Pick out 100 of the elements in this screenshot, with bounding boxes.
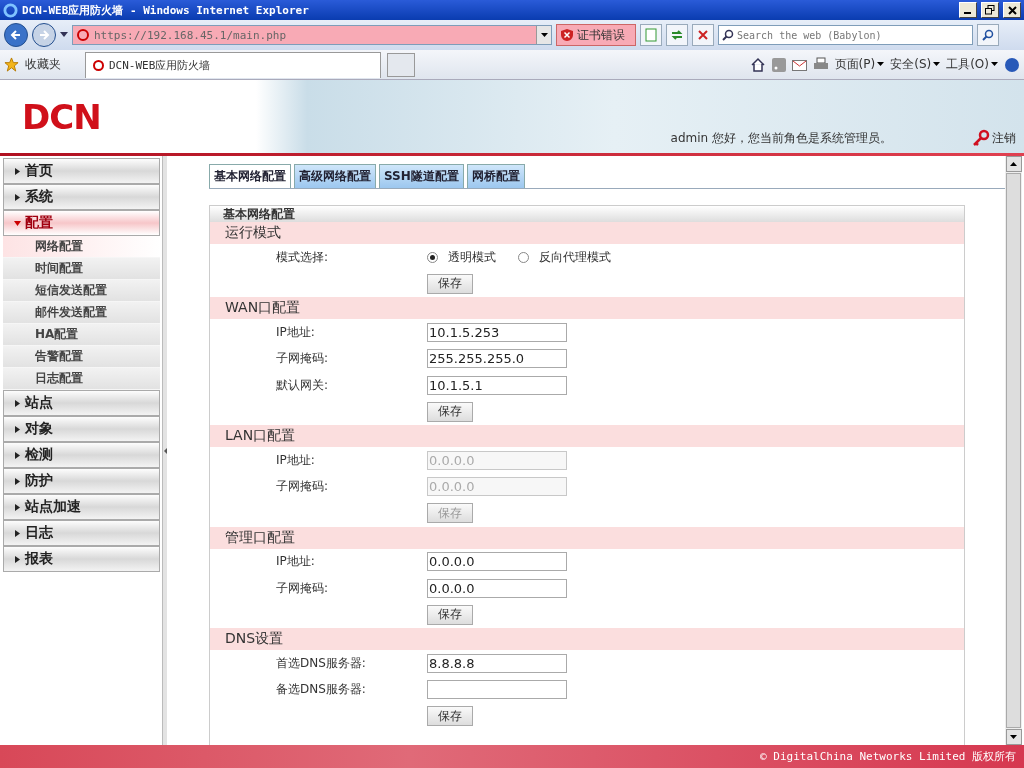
restore-button[interactable] xyxy=(981,2,999,18)
sidebar-item[interactable]: 站点加速 xyxy=(3,494,160,520)
save-button[interactable]: 保存 xyxy=(427,401,473,422)
command-menu[interactable]: 安全(S) xyxy=(890,56,941,73)
sidebar-item[interactable]: 防护 xyxy=(3,468,160,494)
radio-label: 反向代理模式 xyxy=(539,248,611,266)
greeting-text: admin 您好，您当前角色是系统管理员。 xyxy=(670,130,892,147)
tab[interactable]: SSH隧道配置 xyxy=(379,164,464,188)
browser-logo-icon xyxy=(3,2,18,18)
caret-down-icon[interactable] xyxy=(60,32,68,38)
field-label: 备选DNS服务器: xyxy=(275,681,367,699)
sidebar-item[interactable]: 配置 xyxy=(3,210,160,236)
caret-right-icon xyxy=(14,477,21,485)
printer-icon[interactable] xyxy=(812,57,829,72)
mail-icon[interactable] xyxy=(791,58,807,71)
field-label: 子网掩码: xyxy=(275,478,330,496)
sidebar-subitem[interactable]: HA配置 xyxy=(3,324,160,346)
sidebar-subitem[interactable]: 短信发送配置 xyxy=(3,280,160,302)
caret-down-icon xyxy=(1010,735,1017,739)
page-icon xyxy=(92,58,105,72)
dropdown-button[interactable] xyxy=(536,26,551,44)
tab[interactable]: 高级网络配置 xyxy=(294,164,376,188)
tab[interactable]: 基本网络配置 xyxy=(209,164,291,188)
back-button[interactable] xyxy=(4,23,28,47)
certificate-error-button[interactable]: 证书错误 xyxy=(556,24,636,46)
feed-icon[interactable] xyxy=(771,57,786,72)
save-button[interactable]: 保存 xyxy=(427,706,473,727)
radio-button[interactable] xyxy=(518,251,529,263)
section-header: DNS设置 xyxy=(210,628,964,650)
sidebar-item[interactable]: 对象 xyxy=(3,416,160,442)
command-menu[interactable]: 工具(O) xyxy=(946,56,998,73)
sidebar-subitem[interactable]: 邮件发送配置 xyxy=(3,302,160,324)
sidebar-item[interactable]: 日志 xyxy=(3,520,160,546)
scroll-up-button[interactable] xyxy=(1005,156,1022,172)
restore-icon xyxy=(985,5,995,15)
sidebar-subitem[interactable]: 网络配置 xyxy=(3,236,160,258)
caret-right-icon xyxy=(14,193,21,201)
search-button[interactable] xyxy=(977,24,999,46)
section-header: WAN口配置 xyxy=(210,297,964,319)
caret-up-icon xyxy=(1010,162,1017,166)
search-icon xyxy=(722,29,734,41)
shield-icon xyxy=(560,28,574,42)
sidebar-item[interactable]: 检测 xyxy=(3,442,160,468)
field-label: 子网掩码: xyxy=(275,579,330,597)
caret-right-icon xyxy=(14,425,21,433)
field-label: 首选DNS服务器: xyxy=(275,654,367,672)
save-button[interactable]: 保存 xyxy=(427,273,473,294)
command-menu[interactable]: 页面(P) xyxy=(834,56,885,73)
splitter-handle[interactable] xyxy=(162,156,167,745)
input-field[interactable]: 8.8.8.8 xyxy=(427,653,567,673)
sidebar-item[interactable]: 站点 xyxy=(3,390,160,416)
scroll-down-button[interactable] xyxy=(1005,729,1022,745)
close-button[interactable] xyxy=(1003,2,1021,18)
sidebar-item[interactable]: 系统 xyxy=(3,184,160,210)
section-header: LAN口配置 xyxy=(210,425,964,447)
section-header: 运行模式 xyxy=(210,222,964,244)
sidebar-item[interactable]: 首页 xyxy=(3,158,160,184)
forward-button[interactable] xyxy=(32,23,56,47)
sidebar-item[interactable]: 报表 xyxy=(3,546,160,572)
favorites-label[interactable]: 收藏夹 xyxy=(25,56,61,73)
input-field[interactable]: 0.0.0.0 xyxy=(427,552,567,572)
input-field[interactable]: 0.0.0.0 xyxy=(427,578,567,598)
page-icon xyxy=(76,28,90,42)
search-field[interactable]: Search the web (Babylon) xyxy=(718,25,973,45)
input-field[interactable]: 10.1.5.1 xyxy=(427,375,567,395)
caret-down-icon xyxy=(991,62,998,67)
panel-title: 基本网络配置 xyxy=(210,206,964,222)
caret-right-icon xyxy=(14,167,21,175)
caret-right-icon xyxy=(14,555,21,563)
refresh-button[interactable] xyxy=(666,24,688,46)
caret-right-icon xyxy=(14,399,21,407)
logo: DCN xyxy=(22,96,101,137)
browser-tab[interactable]: DCN-WEB应用防火墙 xyxy=(85,51,381,78)
scrollbar-track[interactable] xyxy=(1005,156,1022,745)
input-field[interactable] xyxy=(427,680,567,700)
caret-right-icon xyxy=(14,529,21,537)
caret-down-icon xyxy=(14,219,21,227)
field-label: 模式选择: xyxy=(275,248,330,266)
sidebar-subitem[interactable]: 时间配置 xyxy=(3,258,160,280)
logout-link[interactable]: 注销 xyxy=(972,129,1016,147)
tab[interactable]: 网桥配置 xyxy=(466,164,525,188)
new-tab-button[interactable] xyxy=(387,52,415,77)
stop-button[interactable] xyxy=(692,24,714,46)
window-title: DCN-WEB应用防火墙 - Windows Internet Explorer xyxy=(22,2,310,18)
stop-icon xyxy=(697,29,709,41)
section-header: 管理口配置 xyxy=(210,526,964,549)
input-field[interactable]: 255.255.255.0 xyxy=(427,349,567,369)
sidebar-subitem[interactable]: 日志配置 xyxy=(3,368,160,390)
home-icon[interactable] xyxy=(749,56,766,73)
sidebar-subitem[interactable]: 告警配置 xyxy=(3,346,160,368)
input-field[interactable]: 10.1.5.253 xyxy=(427,322,567,342)
star-icon[interactable] xyxy=(4,57,19,72)
minimize-button[interactable] xyxy=(959,2,977,18)
help-icon[interactable] xyxy=(1004,56,1020,73)
field-label: IP地址: xyxy=(275,323,316,341)
refresh-icon xyxy=(670,28,684,42)
save-button[interactable]: 保存 xyxy=(427,604,473,625)
field-label: 子网掩码: xyxy=(275,350,330,368)
radio-button[interactable] xyxy=(427,251,438,263)
scrollbar-thumb[interactable] xyxy=(1006,173,1021,728)
